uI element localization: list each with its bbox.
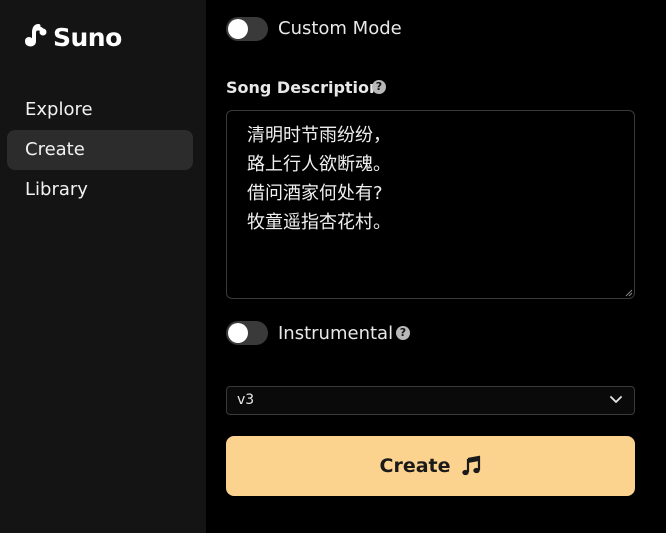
chevron-down-icon (610, 396, 622, 403)
music-note-icon (461, 455, 480, 476)
model-version-select[interactable]: v3 (226, 386, 635, 415)
resize-handle-icon[interactable] (625, 289, 633, 297)
suno-logo-icon (25, 24, 47, 47)
song-description-input[interactable]: 清明时节雨纷纷， 路上行人欲断魂。 借问酒家何处有? 牧童遥指杏花村。 (226, 110, 635, 299)
sidebar-item-library[interactable]: Library (7, 170, 193, 210)
toggle-knob (228, 19, 248, 39)
custom-mode-toggle[interactable] (226, 17, 268, 41)
brand-name: Suno (53, 22, 122, 52)
instrumental-toggle[interactable] (226, 321, 268, 345)
question-circle-icon[interactable]: ? (396, 326, 410, 340)
create-button[interactable]: Create (226, 436, 635, 496)
custom-mode-label: Custom Mode (278, 18, 402, 39)
brand-logo[interactable]: Suno (24, 22, 206, 52)
song-description-label: Song Description (226, 78, 381, 97)
toggle-knob (228, 323, 248, 343)
create-button-label: Create (379, 455, 451, 477)
sidebar-nav: Explore Create Library (0, 90, 206, 210)
app-root: Suno Explore Create Library Custom Mode … (0, 0, 666, 533)
model-version-value: v3 (237, 392, 255, 408)
sidebar: Suno Explore Create Library (0, 0, 206, 533)
sidebar-item-create[interactable]: Create (7, 130, 193, 170)
question-circle-icon[interactable]: ? (372, 80, 386, 94)
instrumental-label: Instrumental (278, 323, 394, 344)
sidebar-item-explore[interactable]: Explore (7, 90, 193, 130)
create-panel: Custom Mode Song Description ? 清明时节雨纷纷， … (206, 0, 666, 533)
